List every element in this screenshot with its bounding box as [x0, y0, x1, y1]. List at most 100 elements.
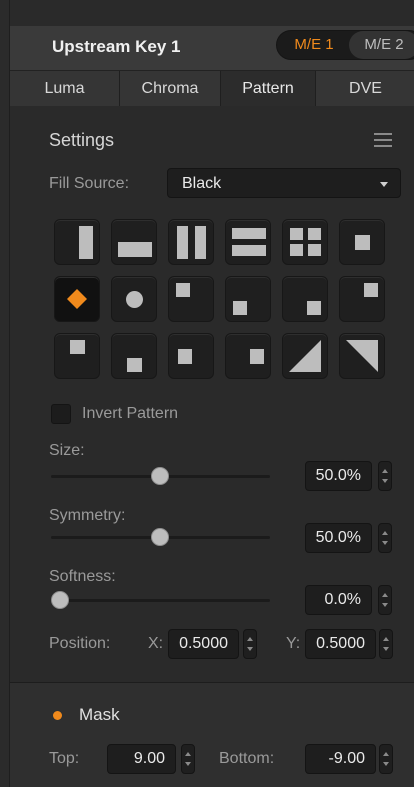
vertical-barn-door-icon: [177, 226, 188, 259]
pattern-bottom-center-box-button[interactable]: [111, 333, 157, 379]
key-type-tabs: Luma Chroma Pattern DVE: [10, 70, 414, 106]
symmetry-value-field[interactable]: 50.0%: [305, 523, 372, 553]
tab-chroma[interactable]: Chroma: [120, 71, 221, 106]
size-label: Size:: [49, 442, 85, 459]
stepper-down-icon: [247, 647, 253, 651]
mask-enabled-indicator[interactable]: [53, 711, 62, 720]
me-1-button[interactable]: M/E 1: [279, 31, 349, 59]
fill-source-value: Black: [182, 175, 222, 192]
horizontal-bar-icon: [118, 242, 152, 257]
symmetry-slider-handle[interactable]: [151, 528, 169, 546]
mask-top-label: Top:: [49, 750, 80, 767]
position-y-field[interactable]: 0.5000: [305, 629, 376, 659]
horizontal-barn-door-icon: [232, 245, 266, 256]
settings-heading: Settings: [49, 130, 115, 150]
top-left-diagonal-icon: [289, 340, 321, 372]
softness-label: Softness:: [49, 568, 116, 585]
pattern-diamond-button[interactable]: [54, 276, 100, 322]
position-y-label: Y:: [286, 635, 301, 652]
bottom-right-box-icon: [307, 301, 321, 315]
position-x-label: X:: [148, 635, 164, 652]
top-right-box-icon: [364, 283, 378, 297]
corners-4-icon: [290, 228, 303, 240]
mask-bottom-field[interactable]: -9.00: [305, 744, 376, 774]
stepper-up-icon: [185, 752, 191, 756]
stepper-down-icon: [382, 603, 388, 607]
pattern-top-left-box-button[interactable]: [168, 276, 214, 322]
pattern-top-center-box-button[interactable]: [54, 333, 100, 379]
tab-pattern[interactable]: Pattern: [221, 71, 316, 106]
top-center-box-icon: [70, 340, 85, 354]
corners-4-icon: [290, 244, 303, 256]
pattern-corners-4-button[interactable]: [282, 219, 328, 265]
stepper-down-icon: [382, 479, 388, 483]
vertical-bar-icon: [79, 226, 93, 259]
mask-bottom-stepper[interactable]: [379, 744, 393, 774]
bottom-center-box-icon: [127, 358, 142, 372]
pattern-bottom-right-box-button[interactable]: [282, 276, 328, 322]
symmetry-stepper[interactable]: [378, 523, 392, 553]
stepper-up-icon: [383, 752, 389, 756]
hamburger-icon[interactable]: [374, 133, 392, 147]
corners-4-icon: [308, 228, 321, 240]
fill-source-dropdown[interactable]: Black: [167, 168, 401, 198]
pattern-top-left-diagonal-button[interactable]: [282, 333, 328, 379]
position-x-field[interactable]: 0.5000: [168, 629, 239, 659]
circle-icon: [126, 291, 143, 308]
pattern-right-center-box-button[interactable]: [225, 333, 271, 379]
stepper-up-icon: [382, 469, 388, 473]
pattern-top-right-box-button[interactable]: [339, 276, 385, 322]
softness-stepper[interactable]: [378, 585, 392, 615]
pattern-horizontal-barn-door-button[interactable]: [225, 219, 271, 265]
pattern-vertical-barn-door-button[interactable]: [168, 219, 214, 265]
fill-source-label: Fill Source:: [49, 175, 130, 192]
mask-bottom-label: Bottom:: [219, 750, 275, 767]
mask-label: Mask: [79, 705, 120, 724]
stepper-down-icon: [383, 647, 389, 651]
right-center-box-icon: [250, 349, 264, 364]
pattern-circle-button[interactable]: [111, 276, 157, 322]
mask-top-stepper[interactable]: [181, 744, 195, 774]
stepper-down-icon: [185, 762, 191, 766]
invert-pattern-checkbox[interactable]: [51, 404, 71, 424]
softness-slider-track[interactable]: [51, 599, 270, 602]
symmetry-label: Symmetry:: [49, 507, 126, 524]
chevron-down-icon: [380, 182, 388, 187]
horizontal-barn-door-icon: [232, 228, 266, 239]
position-y-stepper[interactable]: [379, 629, 393, 659]
tab-dve[interactable]: DVE: [316, 71, 414, 106]
tab-luma[interactable]: Luma: [10, 71, 120, 106]
invert-pattern-label: Invert Pattern: [82, 405, 179, 422]
diamond-icon: [67, 289, 87, 309]
pattern-horizontal-bar-button[interactable]: [111, 219, 157, 265]
stepper-up-icon: [247, 637, 253, 641]
left-center-box-icon: [178, 349, 192, 364]
pattern-top-right-diagonal-button[interactable]: [339, 333, 385, 379]
softness-value-field[interactable]: 0.0%: [305, 585, 372, 615]
stepper-down-icon: [382, 541, 388, 545]
softness-slider-handle[interactable]: [51, 591, 69, 609]
mask-top-field[interactable]: 9.00: [107, 744, 176, 774]
position-x-stepper[interactable]: [243, 629, 257, 659]
pattern-box-button[interactable]: [339, 219, 385, 265]
panel-title: Upstream Key 1: [52, 37, 181, 56]
panel-header: Upstream Key 1 M/E 1 M/E 2: [10, 26, 414, 70]
top-left-box-icon: [176, 283, 190, 297]
stepper-up-icon: [382, 593, 388, 597]
pattern-bottom-left-box-button[interactable]: [225, 276, 271, 322]
me-selector: M/E 1 M/E 2: [276, 30, 414, 60]
bottom-left-box-icon: [233, 301, 247, 315]
top-right-diagonal-icon: [346, 340, 378, 372]
size-stepper[interactable]: [378, 461, 392, 491]
size-value-field[interactable]: 50.0%: [305, 461, 372, 491]
stepper-up-icon: [383, 637, 389, 641]
box-icon: [355, 235, 370, 250]
position-label: Position:: [49, 635, 111, 652]
pattern-vertical-bar-button[interactable]: [54, 219, 100, 265]
vertical-barn-door-icon: [195, 226, 206, 259]
me-2-button[interactable]: M/E 2: [349, 31, 414, 59]
corners-4-icon: [308, 244, 321, 256]
size-slider-handle[interactable]: [151, 467, 169, 485]
upstream-key-panel: Upstream Key 1 M/E 1 M/E 2 Luma Chroma P…: [9, 0, 414, 787]
pattern-left-center-box-button[interactable]: [168, 333, 214, 379]
